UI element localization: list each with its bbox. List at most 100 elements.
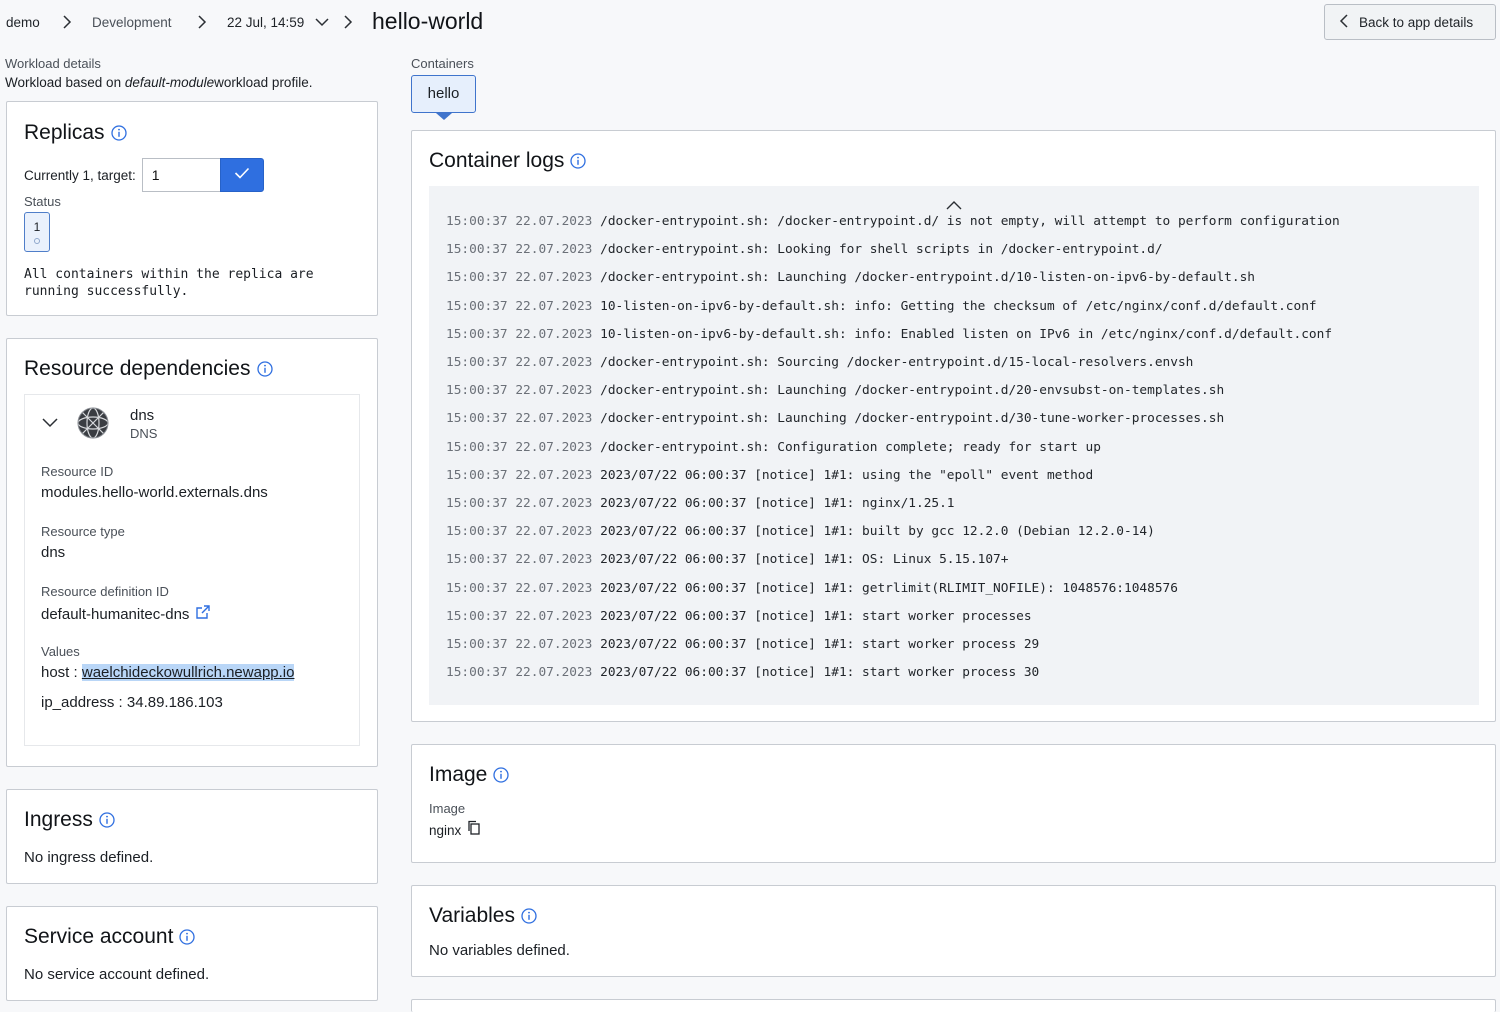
status-label: Status bbox=[24, 194, 61, 209]
chevron-left-icon bbox=[1339, 13, 1349, 32]
replica-status-chip[interactable]: 1 bbox=[24, 212, 50, 252]
replica-chip-value: 1 bbox=[33, 220, 41, 234]
info-icon[interactable] bbox=[256, 361, 273, 377]
breadcrumb-deploy[interactable]: 22 Jul, 14:59 bbox=[227, 15, 304, 30]
info-icon[interactable] bbox=[110, 125, 127, 141]
check-icon bbox=[234, 166, 250, 184]
value-host-row: host : waelchideckowullrich.newapp.io bbox=[41, 664, 295, 681]
log-line: 15:00:37 22.07.2023 2023/07/22 06:00:37 … bbox=[446, 552, 1008, 567]
image-value: nginx bbox=[429, 822, 462, 838]
values-label: Values bbox=[41, 644, 80, 659]
log-line: 15:00:37 22.07.2023 10-listen-on-ipv6-by… bbox=[446, 327, 1332, 342]
log-line: 15:00:37 22.07.2023 2023/07/22 06:00:37 … bbox=[446, 665, 1039, 680]
service-account-text: No service account defined. bbox=[24, 966, 210, 983]
log-message: 2023/07/22 06:00:37 [notice] 1#1: OS: Li… bbox=[600, 552, 1009, 568]
resource-type-value: dns bbox=[41, 544, 66, 561]
replica-target-input[interactable] bbox=[141, 158, 220, 192]
chevron-right-icon bbox=[341, 13, 355, 31]
container-logs-title-text: Container logs bbox=[429, 149, 565, 172]
value-host[interactable]: waelchideckowullrich.newapp.io bbox=[81, 664, 295, 681]
log-timestamp: 15:00:37 22.07.2023 bbox=[446, 524, 593, 540]
log-line: 15:00:37 22.07.2023 2023/07/22 06:00:37 … bbox=[446, 496, 955, 511]
log-line: 15:00:37 22.07.2023 /docker-entrypoint.s… bbox=[446, 440, 1101, 455]
log-timestamp: 15:00:37 22.07.2023 bbox=[446, 298, 593, 314]
log-message: 2023/07/22 06:00:37 [notice] 1#1: getrli… bbox=[600, 580, 1178, 596]
log-message: 2023/07/22 06:00:37 [notice] 1#1: start … bbox=[600, 608, 1032, 624]
container-tab-hello[interactable]: hello bbox=[411, 75, 476, 113]
log-line: 15:00:37 22.07.2023 2023/07/22 06:00:37 … bbox=[446, 637, 1039, 652]
service-account-title-text: Service account bbox=[24, 925, 174, 948]
image-title-text: Image bbox=[429, 763, 488, 786]
chevron-down-icon[interactable] bbox=[313, 13, 331, 31]
page-title: hello-world bbox=[372, 8, 484, 34]
top-bar: demo Development 22 Jul, 14:59 hello-wor… bbox=[0, 0, 1500, 46]
log-line: 15:00:37 22.07.2023 2023/07/22 06:00:37 … bbox=[446, 581, 1178, 596]
value-ip-key: ip_address : bbox=[41, 694, 123, 711]
back-to-app-button[interactable]: Back to app details bbox=[1324, 4, 1496, 40]
back-button-label: Back to app details bbox=[1359, 14, 1474, 30]
variables-title: Variables bbox=[429, 904, 537, 928]
log-timestamp: 15:00:37 22.07.2023 bbox=[446, 326, 593, 342]
workload-desc-prefix: Workload based on bbox=[5, 75, 122, 90]
external-link-icon[interactable] bbox=[195, 604, 211, 625]
log-message: /docker-entrypoint.sh: Configuration com… bbox=[600, 439, 1101, 455]
log-message: 2023/07/22 06:00:37 [notice] 1#1: using … bbox=[600, 467, 1094, 483]
log-message: /docker-entrypoint.sh: /docker-entrypoin… bbox=[600, 214, 1340, 229]
log-timestamp: 15:00:37 22.07.2023 bbox=[446, 270, 593, 286]
replicas-title-text: Replicas bbox=[24, 121, 105, 144]
log-timestamp: 15:00:37 22.07.2023 bbox=[446, 214, 593, 229]
log-message: /docker-entrypoint.sh: Sourcing /docker-… bbox=[600, 355, 1194, 370]
service-account-card: Service account No service account defin… bbox=[6, 906, 378, 1001]
log-message: 10-listen-on-ipv6-by-default.sh: info: G… bbox=[600, 298, 1317, 314]
container-logs-title: Container logs bbox=[429, 149, 587, 173]
variables-text: No variables defined. bbox=[429, 942, 570, 959]
resource-deps-title: Resource dependencies bbox=[24, 357, 273, 381]
resource-def-row: default-humanitec-dns bbox=[41, 604, 211, 625]
log-message: 10-listen-on-ipv6-by-default.sh: info: E… bbox=[600, 326, 1333, 342]
target-label: Currently 1, target: bbox=[24, 167, 136, 183]
resource-deps-title-text: Resource dependencies bbox=[24, 357, 251, 380]
info-icon[interactable] bbox=[179, 929, 196, 945]
log-timestamp: 15:00:37 22.07.2023 bbox=[446, 411, 593, 427]
info-icon[interactable] bbox=[493, 767, 510, 783]
log-message: /docker-entrypoint.sh: Launching /docker… bbox=[600, 411, 1225, 427]
breadcrumb-org[interactable]: demo bbox=[6, 15, 40, 30]
chevron-right-icon bbox=[60, 13, 74, 31]
chevron-down-icon[interactable] bbox=[41, 416, 59, 434]
log-message: 2023/07/22 06:00:37 [notice] 1#1: nginx/… bbox=[600, 496, 955, 511]
replica-status-dot bbox=[34, 238, 40, 244]
variables-card: Variables No variables defined. bbox=[411, 885, 1496, 977]
dependency-name: dns bbox=[130, 407, 155, 424]
copy-icon[interactable] bbox=[467, 820, 481, 840]
ingress-card: Ingress No ingress defined. bbox=[6, 789, 378, 884]
globe-icon bbox=[77, 407, 109, 439]
log-viewer[interactable]: 15:00:37 22.07.2023 /docker-entrypoint.s… bbox=[429, 186, 1479, 705]
image-card: Image Image nginx bbox=[411, 744, 1496, 863]
log-timestamp: 15:00:37 22.07.2023 bbox=[446, 608, 593, 624]
log-line: 15:00:37 22.07.2023 /docker-entrypoint.s… bbox=[446, 383, 1224, 398]
log-timestamp: 15:00:37 22.07.2023 bbox=[446, 496, 593, 511]
confirm-target-button[interactable] bbox=[219, 158, 264, 192]
tab-active-caret bbox=[436, 113, 452, 120]
info-icon[interactable] bbox=[570, 153, 587, 169]
replica-target-row: Currently 1, target: bbox=[24, 158, 264, 192]
resource-def-value[interactable]: default-humanitec-dns bbox=[41, 606, 189, 623]
dependency-item-dns: dns DNS Resource ID modules.hello-world.… bbox=[24, 394, 360, 746]
log-line: 15:00:37 22.07.2023 /docker-entrypoint.s… bbox=[446, 242, 1163, 257]
ingress-title-text: Ingress bbox=[24, 808, 93, 831]
resource-id-label: Resource ID bbox=[41, 464, 114, 479]
info-icon[interactable] bbox=[99, 812, 115, 828]
log-timestamp: 15:00:37 22.07.2023 bbox=[446, 637, 593, 652]
resource-def-label: Resource definition ID bbox=[41, 584, 169, 599]
resource-dependencies-card: Resource dependencies dns DNS Resource I… bbox=[6, 338, 378, 767]
resource-type-label: Resource type bbox=[41, 524, 125, 539]
log-timestamp: 15:00:37 22.07.2023 bbox=[446, 467, 593, 483]
info-icon[interactable] bbox=[521, 908, 537, 924]
log-line: 15:00:37 22.07.2023 2023/07/22 06:00:37 … bbox=[446, 468, 1093, 483]
breadcrumb-env[interactable]: Development bbox=[92, 15, 172, 30]
log-timestamp: 15:00:37 22.07.2023 bbox=[446, 552, 593, 568]
image-value-row: nginx bbox=[429, 820, 481, 840]
log-message: 2023/07/22 06:00:37 [notice] 1#1: built … bbox=[600, 524, 1155, 540]
log-message: 2023/07/22 06:00:37 [notice] 1#1: start … bbox=[600, 637, 1040, 652]
resource-id-value: modules.hello-world.externals.dns bbox=[41, 484, 268, 501]
